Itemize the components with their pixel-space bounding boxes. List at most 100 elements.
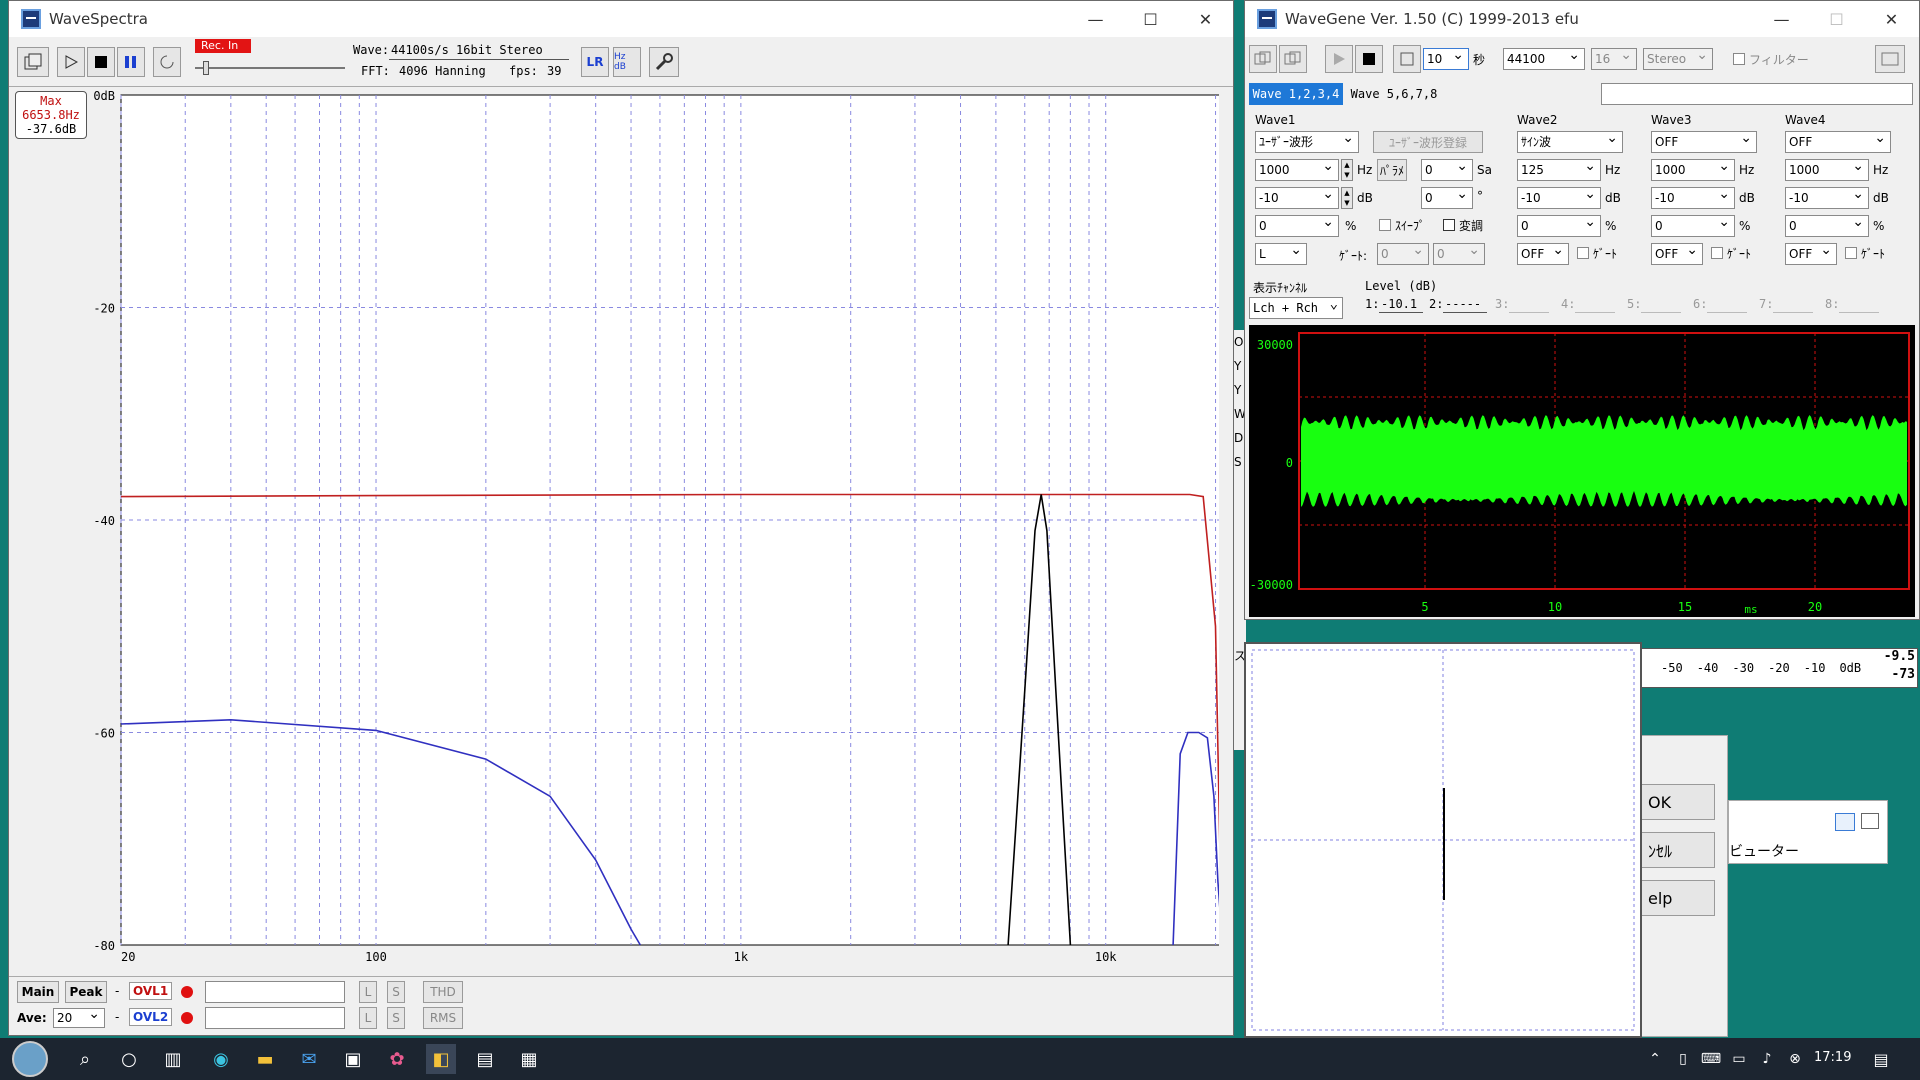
tray-ime-icon[interactable]: ⊗: [1780, 1044, 1810, 1074]
hz-db-button[interactable]: Hz dB: [613, 47, 641, 77]
notification-icon[interactable]: ▤: [1866, 1044, 1896, 1074]
rec-level-slider[interactable]: [195, 59, 345, 77]
wave1-pct-select[interactable]: 0: [1255, 212, 1339, 237]
thd-button[interactable]: THD: [423, 981, 463, 1003]
taskbar-clock[interactable]: 17:19: [1814, 1050, 1851, 1065]
filter-checkbox[interactable]: [1733, 53, 1745, 65]
wg-timer-button[interactable]: [1393, 45, 1421, 73]
wavespectra-taskbar-icon[interactable]: ◧: [426, 1044, 456, 1074]
wave4-gate-select[interactable]: OFF: [1785, 240, 1837, 265]
tray-device-icon[interactable]: ▯: [1668, 1044, 1698, 1074]
tab-wave-1-4[interactable]: Wave 1,2,3,4: [1249, 83, 1343, 105]
ovl1-s-button[interactable]: S: [387, 981, 405, 1003]
media-app-icon[interactable]: ✿: [382, 1044, 412, 1074]
wave1-hz-unit: Hz: [1357, 163, 1373, 177]
repeat-button[interactable]: [153, 47, 181, 77]
stop-button[interactable]: [87, 47, 115, 77]
wave1-mod-checkbox[interactable]: [1443, 219, 1455, 231]
bit-depth-select[interactable]: 16: [1591, 45, 1637, 70]
wave3-freq-select[interactable]: 1000: [1651, 156, 1735, 181]
duration-select[interactable]: 10: [1423, 45, 1469, 70]
tray-chevron-icon[interactable]: ⌃: [1640, 1044, 1670, 1074]
wave3-level-select[interactable]: -10: [1651, 184, 1735, 209]
user-wave-register-button[interactable]: ﾕｰｻﾞｰ波形登録: [1373, 131, 1483, 153]
close-button[interactable]: ✕: [1178, 1, 1233, 37]
settings-button[interactable]: [649, 47, 679, 77]
start-button[interactable]: [12, 1041, 48, 1077]
wave2-level-select[interactable]: -10: [1517, 184, 1601, 209]
sample-rate-select[interactable]: 44100: [1503, 45, 1585, 70]
channel-mode-select[interactable]: Stereo: [1643, 45, 1713, 70]
app-taskbar-icon[interactable]: ▦: [514, 1044, 544, 1074]
wave3-gate-checkbox[interactable]: [1711, 247, 1723, 259]
tray-volume-icon[interactable]: ♪: [1752, 1044, 1782, 1074]
wave1-param-button[interactable]: ﾊﾟﾗﾒ: [1377, 159, 1407, 181]
wave2-gate-checkbox[interactable]: [1577, 247, 1589, 259]
wg-maximize-button[interactable]: ☐: [1809, 1, 1864, 37]
ovl2-l-button[interactable]: L: [359, 1007, 377, 1029]
lr-button[interactable]: LR: [581, 47, 609, 77]
wavegene-taskbar-icon[interactable]: ▤: [470, 1044, 500, 1074]
wave1-phase-select[interactable]: 0: [1421, 184, 1473, 209]
slider-thumb[interactable]: [203, 61, 209, 75]
wave4-type-select[interactable]: OFF: [1785, 128, 1891, 153]
peak-tab[interactable]: Peak: [65, 981, 107, 1003]
minimize-button[interactable]: —: [1068, 1, 1123, 37]
wave2-pct-select[interactable]: 0: [1517, 212, 1601, 237]
search-icon[interactable]: ⌕: [70, 1044, 100, 1074]
ave-select[interactable]: 20: [53, 1005, 105, 1028]
wave3-gate-select[interactable]: OFF: [1651, 240, 1703, 265]
main-tab[interactable]: Main: [17, 981, 59, 1003]
wave1-level-spinner[interactable]: ▲ ▼: [1341, 187, 1353, 209]
wave3-pct-select[interactable]: 0: [1651, 212, 1735, 237]
wave3-type-select[interactable]: OFF: [1651, 128, 1757, 153]
wave1-type-select[interactable]: ﾕｰｻﾞｰ波形: [1255, 128, 1359, 153]
wave2-type-select[interactable]: ｻｲﾝ波: [1517, 128, 1623, 153]
play-button[interactable]: [57, 47, 85, 77]
wg-close-button[interactable]: ✕: [1864, 1, 1919, 37]
cortana-icon[interactable]: ○: [114, 1044, 144, 1074]
tray-network-icon[interactable]: ▭: [1724, 1044, 1754, 1074]
wave1-gate2-select[interactable]: 0: [1433, 240, 1485, 265]
wave4-pct-select[interactable]: 0: [1785, 212, 1869, 237]
wave2-freq-select[interactable]: 125: [1517, 156, 1601, 181]
view-details-icon[interactable]: [1835, 813, 1855, 831]
mail-icon[interactable]: ✉: [294, 1044, 324, 1074]
display-channel-select[interactable]: Lch + Rch: [1249, 294, 1343, 319]
wg-open-button[interactable]: [1249, 45, 1277, 73]
ovl2-s-button[interactable]: S: [387, 1007, 405, 1029]
tray-keyboard-icon[interactable]: ⌨: [1696, 1044, 1726, 1074]
maximize-button[interactable]: ☐: [1123, 1, 1178, 37]
wg-stop-button[interactable]: [1355, 45, 1383, 73]
wave1-freq-spinner[interactable]: ▲ ▼: [1341, 159, 1353, 181]
wave1-gate1-select[interactable]: 0: [1377, 240, 1429, 265]
wg-play-button[interactable]: [1325, 45, 1353, 73]
wave1-freq-select[interactable]: 1000: [1255, 156, 1339, 181]
ovl1-l-button[interactable]: L: [359, 981, 377, 1003]
wg-save-button[interactable]: [1279, 45, 1307, 73]
view-tiles-icon[interactable]: [1861, 813, 1879, 829]
wave4-freq-select[interactable]: 1000: [1785, 156, 1869, 181]
tab-wave-5-8[interactable]: Wave 5,6,7,8: [1347, 83, 1441, 105]
level-6-num: 6:: [1693, 297, 1708, 311]
task-view-icon[interactable]: ▥: [158, 1044, 188, 1074]
store-icon[interactable]: ▣: [338, 1044, 368, 1074]
scope-x-tick-15: 15: [1678, 600, 1692, 614]
file-explorer-icon[interactable]: ▬: [250, 1044, 280, 1074]
wave2-hz-unit: Hz: [1605, 163, 1621, 177]
wave1-level-select[interactable]: -10: [1255, 184, 1339, 209]
pause-button[interactable]: [117, 47, 145, 77]
wave1-sa-select[interactable]: 0: [1421, 156, 1473, 181]
comment-field[interactable]: [1601, 83, 1913, 105]
wg-minimize-button[interactable]: —: [1754, 1, 1809, 37]
ovl2-label: OVL2: [129, 1008, 173, 1026]
rms-button[interactable]: RMS: [423, 1007, 463, 1029]
wave4-level-select[interactable]: -10: [1785, 184, 1869, 209]
file-open-button[interactable]: [17, 47, 49, 77]
edge-icon[interactable]: ◉: [206, 1044, 236, 1074]
wave1-channel-select[interactable]: L: [1255, 240, 1307, 265]
wave1-sweep-checkbox[interactable]: [1379, 219, 1391, 231]
wave4-gate-checkbox[interactable]: [1845, 247, 1857, 259]
wave2-gate-select[interactable]: OFF: [1517, 240, 1569, 265]
wg-config-button[interactable]: [1875, 45, 1905, 73]
